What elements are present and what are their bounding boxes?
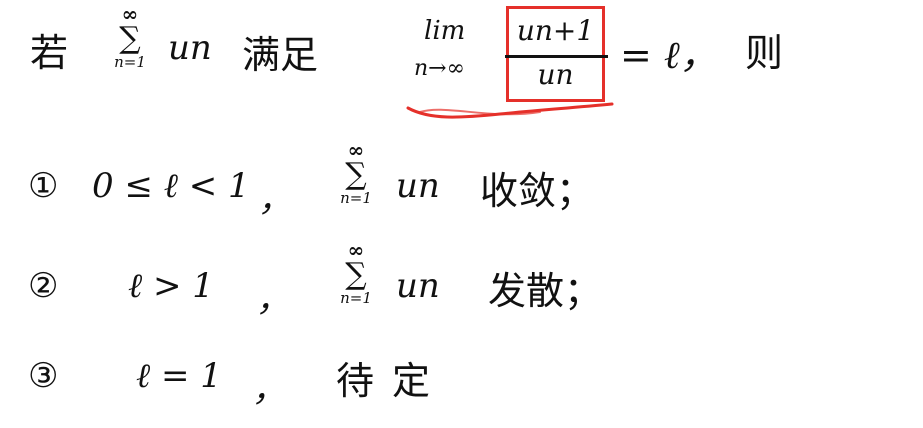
sum-lower-limit: n=1 (114, 53, 146, 71)
ruo-text: 若 (30, 31, 69, 75)
case-3-condition: ℓ = 1 (136, 356, 222, 396)
case-2-conclusion: 发散； (488, 269, 603, 313)
sum-notation: ∞ ∑ n=1 (110, 4, 150, 70)
case-2-sum: ∞ ∑ n=1 (336, 240, 376, 306)
circled-three-marker: ③ (28, 356, 59, 396)
equals-l-text: = ℓ， (620, 33, 718, 77)
case-3-comma: ， (252, 370, 286, 410)
circled-two-marker: ② (28, 266, 59, 306)
satisfy-text: 满足 (242, 33, 319, 77)
circled-one-marker: ① (28, 166, 59, 206)
case-3-conclusion: 待定 (336, 359, 449, 403)
case-1-comma: ， (258, 180, 292, 220)
case-2-sigma: ∑ (345, 257, 367, 292)
case-2-condition: ℓ > 1 (128, 266, 214, 306)
sigma-symbol: ∑ (119, 21, 141, 56)
ratio-numerator: un+1 (516, 14, 595, 47)
lim-subscript: n→∞ (414, 56, 465, 81)
red-underline-scribble (406, 102, 614, 119)
case-1-sum: ∞ ∑ n=1 (336, 140, 376, 206)
case-1-conclusion: 收敛； (480, 169, 595, 213)
case-2-term: un (396, 266, 440, 306)
then-text: 则 (745, 31, 784, 75)
note-page: 若 ∞ ∑ n=1 un 满足 lim n→∞ un+1 un = ℓ， 则 ①… (0, 0, 923, 428)
ratio-denominator: un (537, 58, 574, 91)
case-2-sum-lower: n=1 (340, 289, 372, 307)
case-1-sum-lower: n=1 (340, 189, 372, 207)
case-1-term: un (396, 166, 440, 206)
series-term: un (168, 28, 212, 68)
case-2-comma: ， (256, 280, 290, 320)
case-1-condition: 0 ≤ ℓ < 1 (92, 166, 250, 206)
lim-text: lim (424, 16, 466, 46)
case-1-sigma: ∑ (345, 157, 367, 192)
